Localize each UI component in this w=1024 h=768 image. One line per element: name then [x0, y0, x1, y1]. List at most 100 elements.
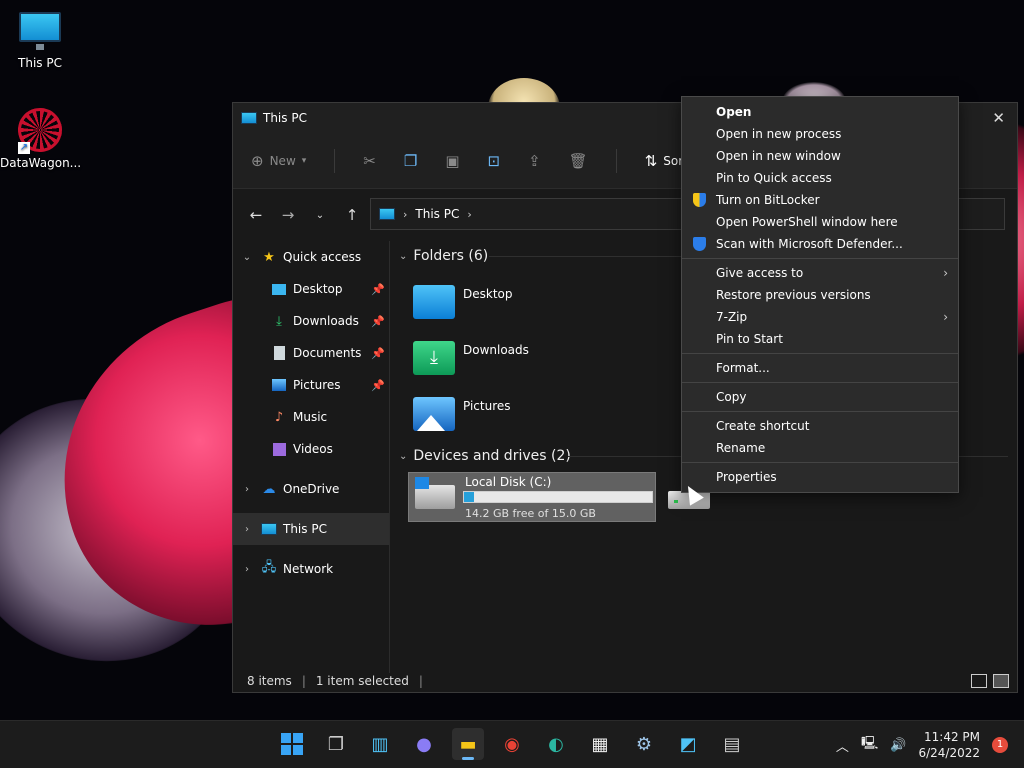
defender-icon: [693, 237, 706, 251]
nav-item-desktop[interactable]: Desktop 📌: [233, 273, 389, 305]
menu-item-create-shortcut[interactable]: Create shortcut: [682, 415, 958, 437]
collapse-chevron-icon[interactable]: ⌄: [399, 251, 407, 262]
cut-button[interactable]: ✂: [363, 152, 376, 170]
details-view-button[interactable]: [971, 674, 987, 688]
clock-time: 11:42 PM: [924, 730, 980, 744]
menu-item-turn-on-bitlocker[interactable]: Turn on BitLocker: [682, 189, 958, 211]
drive-local-disk-c[interactable]: Local Disk (C:) 14.2 GB free of 15.0 GB: [408, 472, 656, 522]
menu-item-pin-to-quick-access[interactable]: Pin to Quick access: [682, 167, 958, 189]
desktop-folder-icon: [413, 285, 455, 319]
menu-item-copy[interactable]: Copy: [682, 386, 958, 408]
widgets-button[interactable]: ▥: [364, 728, 396, 760]
chat-button[interactable]: ●: [408, 728, 440, 760]
chat-icon: ●: [416, 733, 432, 755]
status-separator: |: [301, 674, 306, 688]
folder-name: Downloads: [463, 343, 529, 357]
nav-onedrive[interactable]: › ☁ OneDrive: [233, 473, 389, 505]
notification-badge[interactable]: 1: [992, 737, 1008, 753]
forward-button[interactable]: →: [279, 206, 297, 224]
chrome-button[interactable]: ◉: [496, 728, 528, 760]
nav-this-pc[interactable]: › This PC: [233, 513, 389, 545]
nav-label: Music: [293, 410, 328, 424]
copy-button[interactable]: ❐: [404, 152, 417, 170]
recent-locations-button[interactable]: ⌄: [311, 210, 329, 221]
menu-item-scan-with-microsoft-defender[interactable]: Scan with Microsoft Defender...: [682, 233, 958, 255]
desktop-icon-this-pc[interactable]: This PC: [0, 12, 80, 70]
back-button[interactable]: ←: [247, 206, 265, 224]
folder-icon: ▬: [459, 733, 477, 755]
remote-desktop-button[interactable]: ◩: [672, 728, 704, 760]
menu-item-properties[interactable]: Properties: [682, 466, 958, 488]
edge-button[interactable]: ◐: [540, 728, 572, 760]
edge-icon: ◐: [548, 733, 564, 755]
task-view-button[interactable]: ❐: [320, 728, 352, 760]
menu-item-rename[interactable]: Rename: [682, 437, 958, 459]
breadcrumb-chevron-icon[interactable]: ›: [403, 208, 407, 221]
menu-item-give-access-to[interactable]: Give access to ›: [682, 262, 958, 284]
search-input[interactable]: [957, 198, 1005, 230]
store-button[interactable]: ▦: [584, 728, 616, 760]
file-explorer-button[interactable]: ▬: [452, 728, 484, 760]
menu-item-restore-previous-versions[interactable]: Restore previous versions: [682, 284, 958, 306]
calculator-button[interactable]: ▤: [716, 728, 748, 760]
menu-item-label: Create shortcut: [716, 419, 810, 433]
nav-item-documents[interactable]: Documents 📌: [233, 337, 389, 369]
new-button[interactable]: ⊕ New ▾: [251, 152, 306, 170]
collapse-chevron-icon[interactable]: ⌄: [399, 451, 407, 462]
devices-section-header[interactable]: ⌄ Devices and drives (2): [393, 441, 571, 471]
expand-chevron-icon[interactable]: ›: [233, 564, 261, 575]
breadcrumb-this-pc[interactable]: This PC: [415, 207, 459, 221]
section-title: Folders (6): [413, 248, 489, 264]
nav-quick-access[interactable]: ⌄ ★ Quick access: [233, 241, 389, 273]
menu-item-open[interactable]: Open: [682, 101, 958, 123]
menu-separator: [682, 382, 958, 383]
menu-item-open-in-new-window[interactable]: Open in new window: [682, 145, 958, 167]
task-view-icon: ❐: [327, 733, 345, 755]
menu-item-7-zip[interactable]: 7-Zip ›: [682, 306, 958, 328]
start-button[interactable]: [276, 728, 308, 760]
nav-network[interactable]: › 🖧 Network: [233, 553, 389, 585]
menu-item-pin-to-start[interactable]: Pin to Start: [682, 328, 958, 350]
show-hidden-icons-chevron-icon[interactable]: ︿: [836, 736, 849, 755]
expand-chevron-icon[interactable]: ⌄: [233, 252, 261, 263]
up-button[interactable]: ↑: [343, 206, 361, 224]
pin-icon: 📌: [371, 314, 385, 328]
rename-button[interactable]: ⊡: [488, 152, 501, 170]
menu-item-label: Turn on BitLocker: [716, 193, 820, 207]
folder-downloads[interactable]: ⤓ Downloads: [413, 341, 529, 375]
volume-icon[interactable]: 🔊: [890, 738, 906, 753]
tiles-view-button[interactable]: [993, 674, 1009, 688]
folder-desktop[interactable]: Desktop: [413, 285, 513, 319]
sort-arrows-icon: ⇅: [644, 151, 658, 170]
delete-button[interactable]: 🗑: [569, 152, 588, 170]
paste-button[interactable]: ▣: [445, 152, 459, 170]
menu-item-label: Copy: [716, 390, 747, 404]
item-count: 8 items: [247, 674, 292, 688]
menu-separator: [682, 462, 958, 463]
selection-count: 1 item selected: [315, 674, 409, 688]
desktop-icon-datawagon[interactable]: ↗ DataWagon...: [0, 108, 81, 170]
share-button[interactable]: ⇪: [528, 152, 541, 170]
network-status-icon[interactable]: 🖳: [861, 734, 878, 756]
address-bar[interactable]: › This PC ›: [370, 198, 682, 230]
expand-chevron-icon[interactable]: ›: [233, 524, 261, 535]
menu-item-open-powershell-window-here[interactable]: Open PowerShell window here: [682, 211, 958, 233]
nav-item-videos[interactable]: Videos: [233, 433, 389, 465]
menu-item-label: Open PowerShell window here: [716, 215, 898, 229]
nav-item-downloads[interactable]: ⤓ Downloads 📌: [233, 305, 389, 337]
nav-item-pictures[interactable]: Pictures 📌: [233, 369, 389, 401]
hard-drive-icon: [415, 477, 455, 509]
expand-chevron-icon[interactable]: ›: [233, 484, 261, 495]
breadcrumb-chevron-icon[interactable]: ›: [467, 208, 471, 221]
folder-pictures[interactable]: Pictures: [413, 397, 511, 431]
pin-icon: 📌: [371, 346, 385, 360]
status-separator: |: [418, 674, 423, 688]
menu-item-format[interactable]: Format...: [682, 357, 958, 379]
clock[interactable]: 11:42 PM 6/24/2022: [918, 729, 980, 761]
menu-item-label: Properties: [716, 470, 777, 484]
close-button[interactable]: ✕: [992, 109, 1005, 127]
menu-item-open-in-new-process[interactable]: Open in new process: [682, 123, 958, 145]
settings-button[interactable]: ⚙: [628, 728, 660, 760]
nav-item-music[interactable]: ♪ Music: [233, 401, 389, 433]
